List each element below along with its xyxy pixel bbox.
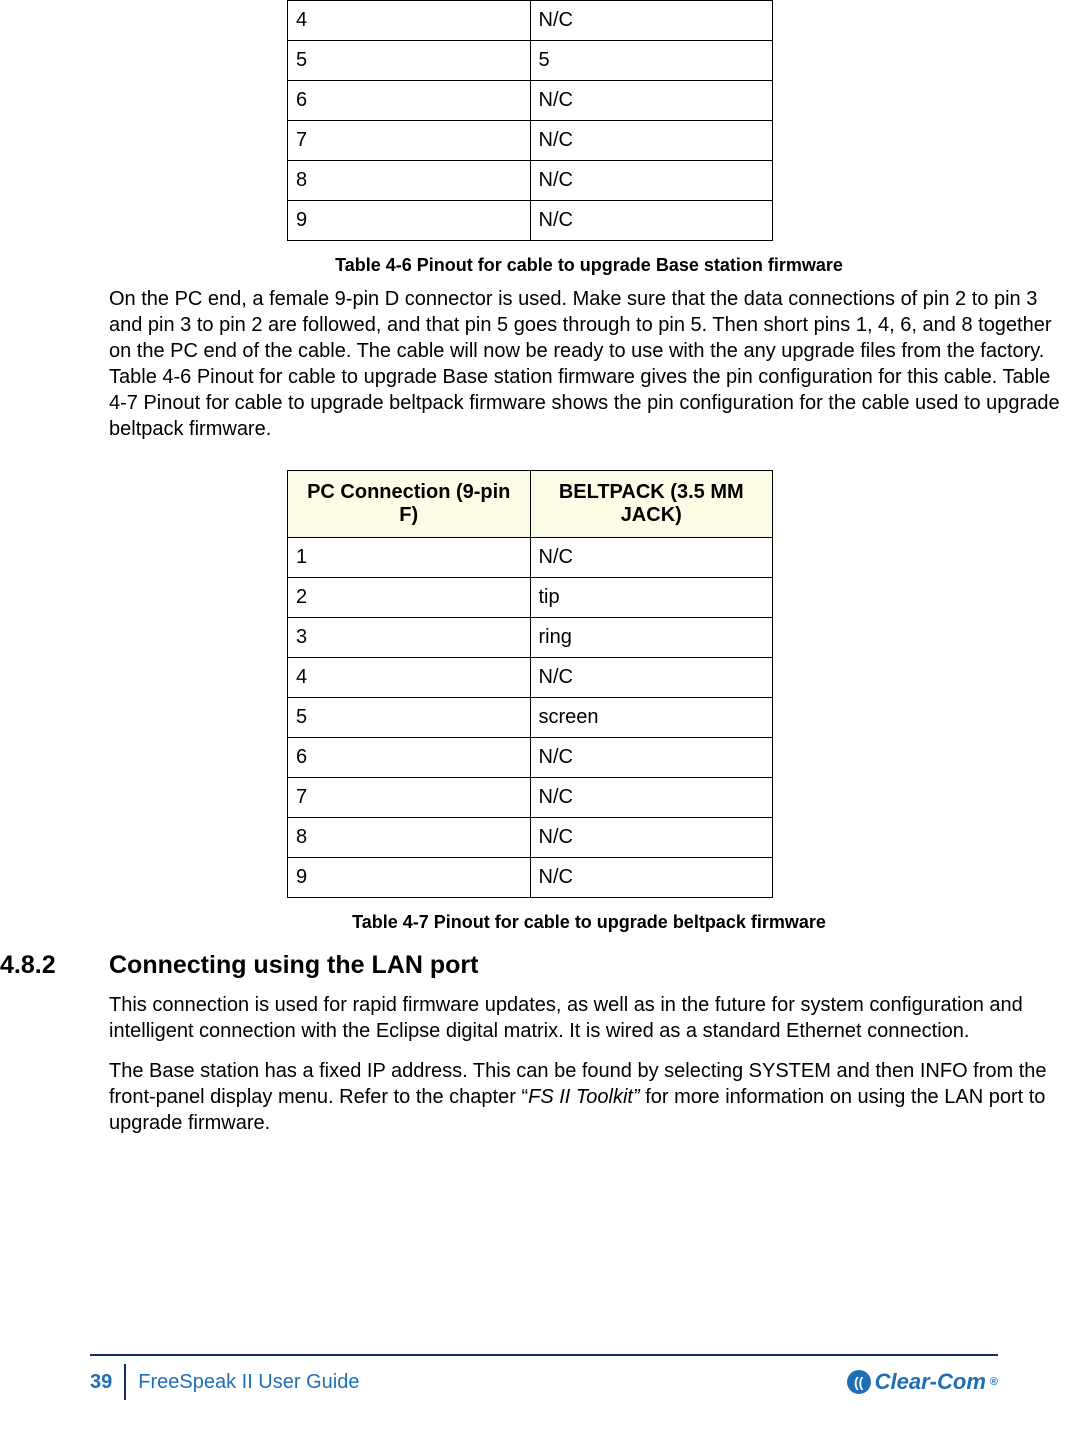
table-cell: N/C [530,738,773,778]
table-cell: N/C [530,201,773,241]
pinout-table-2: PC Connection (9-pin F) BELTPACK (3.5 MM… [287,470,773,898]
brand-text: Clear-Com [875,1369,986,1395]
table-cell: 8 [288,818,531,858]
table-cell: N/C [530,658,773,698]
table-cell: N/C [530,818,773,858]
page-footer: 39 FreeSpeak II User Guide (( Clear-Com ® [0,1354,1068,1400]
table-cell: tip [530,578,773,618]
guide-title: FreeSpeak II User Guide [126,1371,359,1394]
table-row: 6N/C [288,738,773,778]
table-cell: 9 [288,201,531,241]
table-row: 9N/C [288,858,773,898]
table-cell: N/C [530,161,773,201]
section-paragraph-2: The Base station has a fixed IP address.… [109,1058,1068,1136]
paragraph-1: On the PC end, a female 9-pin D connecto… [109,286,1068,442]
section-title: Connecting using the LAN port [109,951,478,980]
table-cell: 9 [288,858,531,898]
table-cell: ring [530,618,773,658]
table-cell: N/C [530,121,773,161]
table-row: 7N/C [288,121,773,161]
table-cell: 4 [288,658,531,698]
section-p2-italic: FS II Toolkit” [528,1086,640,1108]
table-row: 5screen [288,698,773,738]
table-cell: 6 [288,738,531,778]
table-cell: N/C [530,858,773,898]
table-row: 2tip [288,578,773,618]
brand-logo: (( Clear-Com ® [847,1369,998,1395]
page-number: 39 [90,1364,126,1400]
table-cell: N/C [530,538,773,578]
logo-icon: (( [847,1370,871,1394]
table-cell: N/C [530,81,773,121]
table-row: 1N/C [288,538,773,578]
pinout-table-1: 4N/C556N/C7N/C8N/C9N/C [287,0,773,241]
table-cell: 6 [288,81,531,121]
table-2-header-2: BELTPACK (3.5 MM JACK) [530,471,773,538]
table-row: 8N/C [288,161,773,201]
table-cell: 5 [288,41,531,81]
table-cell: 2 [288,578,531,618]
table-row: 6N/C [288,81,773,121]
table-2-caption: Table 4-7 Pinout for cable to upgrade be… [109,912,1068,933]
section-paragraph-1: This connection is used for rapid firmwa… [109,992,1068,1044]
table-cell: 7 [288,778,531,818]
table-cell: 4 [288,1,531,41]
table-cell: N/C [530,1,773,41]
table-cell: 8 [288,161,531,201]
table-row: 7N/C [288,778,773,818]
table-row: 3ring [288,618,773,658]
table-2-header-1: PC Connection (9-pin F) [288,471,531,538]
table-row: 8N/C [288,818,773,858]
table-row: 4N/C [288,1,773,41]
table-cell: 1 [288,538,531,578]
table-row: 9N/C [288,201,773,241]
table-row: 4N/C [288,658,773,698]
table-1-caption: Table 4-6 Pinout for cable to upgrade Ba… [109,255,1068,276]
table-row: 55 [288,41,773,81]
table-cell: 3 [288,618,531,658]
table-cell: N/C [530,778,773,818]
registered-mark: ® [990,1376,998,1388]
table-cell: 5 [530,41,773,81]
section-number: 4.8.2 [0,951,109,980]
table-cell: 7 [288,121,531,161]
table-cell: screen [530,698,773,738]
table-cell: 5 [288,698,531,738]
